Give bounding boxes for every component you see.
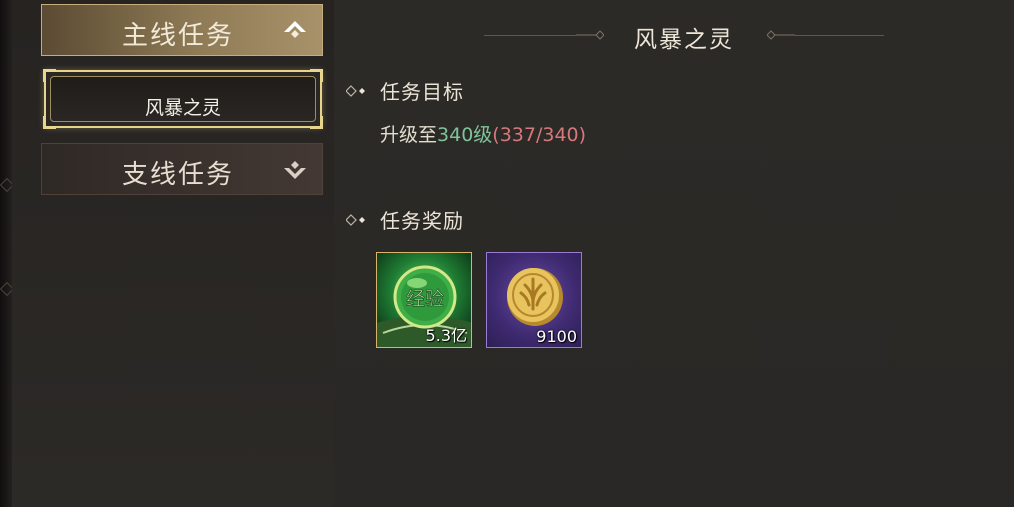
quest-item-frame: 风暴之灵 bbox=[50, 76, 316, 122]
frame-corner bbox=[310, 69, 323, 82]
frame-corner bbox=[310, 116, 323, 129]
quest-item-storm-spirit[interactable]: 风暴之灵 bbox=[43, 69, 323, 129]
frame-corner bbox=[43, 116, 56, 129]
objective-target-level: 340级 bbox=[437, 124, 493, 146]
quest-objective: 升级至340级(337/340) bbox=[380, 120, 586, 147]
quest-detail-panel: 风暴之灵 任务目标 升级至340级(337/340) 任务奖励 经验 5.3亿 … bbox=[334, 0, 1014, 507]
objective-section-label: 任务目标 bbox=[380, 80, 464, 104]
reward-section-label: 任务奖励 bbox=[380, 209, 464, 233]
side-quest-category[interactable]: 支线任务 bbox=[41, 143, 323, 195]
header-ornament-right-icon bbox=[767, 30, 795, 40]
chevron-down-diamond-icon bbox=[284, 161, 306, 179]
header-divider-right bbox=[795, 35, 884, 36]
diamond-bullet-icon bbox=[346, 213, 365, 226]
side-quest-label: 支线任务 bbox=[122, 160, 235, 190]
diamond-bullet-icon bbox=[346, 84, 365, 97]
quest-title: 风暴之灵 bbox=[634, 27, 734, 53]
quest-window: 主线任务 风暴之灵 支线任务 风暴之灵 任务目标 升级至340级(337/340… bbox=[0, 0, 1014, 507]
main-quest-label: 主线任务 bbox=[122, 21, 235, 51]
frame-corner bbox=[43, 69, 56, 82]
reward-amount: 9100 bbox=[536, 327, 577, 346]
reward-section-title: 任务奖励 bbox=[346, 205, 464, 234]
objective-progress: (337/340) bbox=[492, 124, 587, 146]
quest-item-label: 风暴之灵 bbox=[144, 97, 221, 119]
reward-slot-coin[interactable]: 9100 bbox=[486, 252, 582, 348]
quest-header: 风暴之灵 bbox=[484, 18, 884, 54]
quest-category-sidebar: 主线任务 风暴之灵 支线任务 bbox=[12, 0, 334, 507]
objective-prefix: 升级至 bbox=[380, 124, 438, 146]
experience-orb-text: 经验 bbox=[406, 288, 444, 310]
main-quest-category[interactable]: 主线任务 bbox=[41, 4, 323, 56]
objective-section-title: 任务目标 bbox=[346, 76, 464, 105]
reward-amount: 5.3亿 bbox=[425, 326, 467, 345]
reward-slot-experience[interactable]: 经验 5.3亿 bbox=[376, 252, 472, 348]
left-gutter bbox=[0, 0, 15, 507]
chevron-up-diamond-icon bbox=[284, 21, 306, 38]
